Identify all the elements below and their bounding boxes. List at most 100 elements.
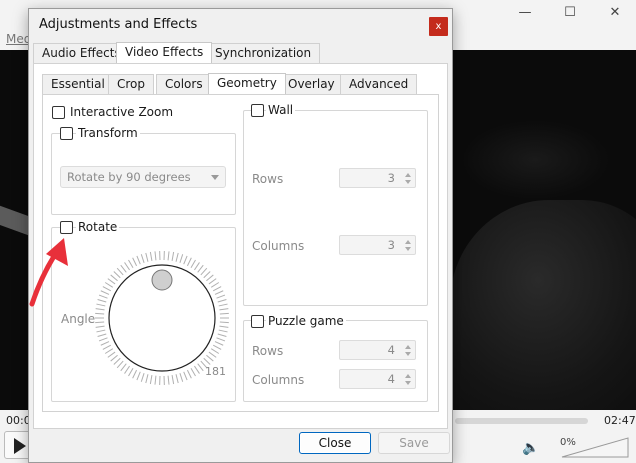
close-window-icon[interactable]: ✕ bbox=[605, 3, 625, 23]
dial-tick bbox=[212, 286, 222, 292]
dial-tick bbox=[107, 278, 116, 285]
wall-rows-spinbox[interactable]: 3 bbox=[339, 168, 416, 188]
save-button[interactable]: Save bbox=[378, 432, 450, 454]
wall-columns-spinbox[interactable]: 3 bbox=[339, 235, 416, 255]
puzzle-rows-spinbox[interactable]: 4 bbox=[339, 340, 416, 360]
dial-tick bbox=[218, 329, 228, 333]
angle-label: Angle bbox=[61, 312, 96, 326]
dial-tick bbox=[110, 274, 118, 282]
dial-tick bbox=[116, 267, 124, 276]
tab-overlay[interactable]: Overlay bbox=[279, 74, 344, 94]
dial-tick bbox=[190, 259, 196, 269]
video-content bbox=[450, 200, 636, 410]
dial-tick bbox=[171, 375, 175, 385]
transform-checkbox[interactable] bbox=[60, 127, 73, 140]
dial-tick bbox=[167, 375, 170, 385]
dial-tick bbox=[98, 294, 108, 299]
spin-up-icon[interactable] bbox=[405, 374, 411, 378]
dial-tick bbox=[200, 267, 208, 276]
dial-tick bbox=[140, 254, 145, 263]
angle-value: 181 bbox=[205, 365, 226, 378]
dial-tick bbox=[95, 312, 105, 315]
wall-columns-label: Columns bbox=[252, 239, 305, 253]
dial-tick bbox=[219, 321, 229, 324]
spin-down-icon[interactable] bbox=[405, 381, 411, 385]
interactive-zoom-label: Interactive Zoom bbox=[70, 105, 174, 119]
dial-tick bbox=[175, 374, 179, 384]
dial-tick bbox=[179, 373, 184, 382]
dial-tick bbox=[145, 374, 149, 384]
dial-tick bbox=[197, 363, 204, 372]
dial-tick bbox=[100, 341, 110, 346]
dial-tick bbox=[100, 290, 110, 295]
dialog-close-button[interactable]: x bbox=[429, 17, 448, 36]
rotate-label: Rotate bbox=[76, 220, 120, 234]
dial-tick bbox=[203, 271, 211, 279]
puzzle-rows-label: Rows bbox=[252, 344, 284, 358]
dial-tick bbox=[206, 274, 214, 282]
puzzle-checkbox[interactable] bbox=[251, 315, 264, 328]
dial-tick bbox=[154, 375, 157, 385]
dial-tick bbox=[132, 257, 138, 267]
puzzle-columns-spinbox[interactable]: 4 bbox=[339, 369, 416, 389]
maximize-icon[interactable]: ☐ bbox=[560, 3, 580, 23]
transform-select[interactable]: Rotate by 90 degrees bbox=[60, 166, 226, 188]
dial-tick bbox=[97, 333, 107, 337]
spin-up-icon[interactable] bbox=[405, 240, 411, 244]
dial-tick bbox=[219, 312, 229, 315]
wall-label: Wall bbox=[266, 103, 296, 117]
dial-tick bbox=[116, 360, 124, 369]
dial-tick bbox=[120, 264, 127, 273]
tab-synchronization[interactable]: Synchronization bbox=[206, 43, 321, 63]
tab-video-effects[interactable]: Video Effects bbox=[116, 42, 213, 63]
dial-tick bbox=[171, 251, 175, 261]
dial-tick bbox=[96, 303, 106, 307]
tab-crop[interactable]: Crop bbox=[108, 74, 155, 94]
tab-geometry[interactable]: Geometry bbox=[208, 73, 286, 94]
dial-tick bbox=[175, 252, 179, 262]
dial-tick bbox=[206, 354, 214, 362]
dial-tick bbox=[96, 329, 106, 333]
total-time: 02:47 bbox=[604, 414, 636, 427]
dial-tick bbox=[217, 333, 227, 337]
dial-tick bbox=[128, 259, 134, 269]
puzzle-group bbox=[243, 320, 428, 402]
dial-tick bbox=[167, 251, 170, 261]
tab-colors[interactable]: Colors bbox=[156, 74, 212, 94]
spin-up-icon[interactable] bbox=[405, 173, 411, 177]
dial-tick bbox=[104, 348, 114, 354]
annotation-arrow-icon bbox=[29, 238, 68, 307]
dial-tick bbox=[136, 371, 141, 381]
dial-tick bbox=[113, 357, 121, 365]
puzzle-label: Puzzle game bbox=[266, 314, 346, 328]
dial-tick bbox=[110, 354, 118, 362]
dial-tick bbox=[186, 257, 192, 267]
dial-tick bbox=[210, 348, 220, 354]
spin-down-icon[interactable] bbox=[405, 180, 411, 184]
dial-tick bbox=[214, 290, 224, 295]
tab-advanced[interactable]: Advanced bbox=[340, 74, 418, 94]
dial-tick bbox=[136, 255, 141, 265]
dial-tick bbox=[190, 367, 196, 377]
dial-tick bbox=[128, 367, 134, 377]
dial-tick bbox=[186, 369, 192, 379]
dial-tick bbox=[197, 264, 204, 273]
wall-group bbox=[243, 110, 428, 306]
video-content bbox=[460, 120, 610, 200]
close-button[interactable]: Close bbox=[299, 432, 371, 454]
dial-tick bbox=[183, 255, 188, 265]
spin-up-icon[interactable] bbox=[405, 345, 411, 349]
interactive-zoom-checkbox[interactable] bbox=[52, 106, 65, 119]
spin-down-icon[interactable] bbox=[405, 247, 411, 251]
dial-tick bbox=[145, 252, 149, 262]
adjustments-dialog: Adjustments and Effects x Audio Effects … bbox=[28, 8, 453, 463]
seek-bar[interactable] bbox=[455, 418, 588, 424]
speaker-icon[interactable]: 🔈 bbox=[522, 440, 539, 456]
dial-tick bbox=[203, 357, 211, 365]
minimize-icon[interactable]: — bbox=[515, 3, 535, 23]
dial-tick bbox=[210, 282, 220, 288]
elapsed-time: 00:0 bbox=[6, 414, 31, 427]
wall-checkbox[interactable] bbox=[251, 104, 264, 117]
spin-down-icon[interactable] bbox=[405, 352, 411, 356]
tab-essential[interactable]: Essential bbox=[42, 74, 114, 94]
